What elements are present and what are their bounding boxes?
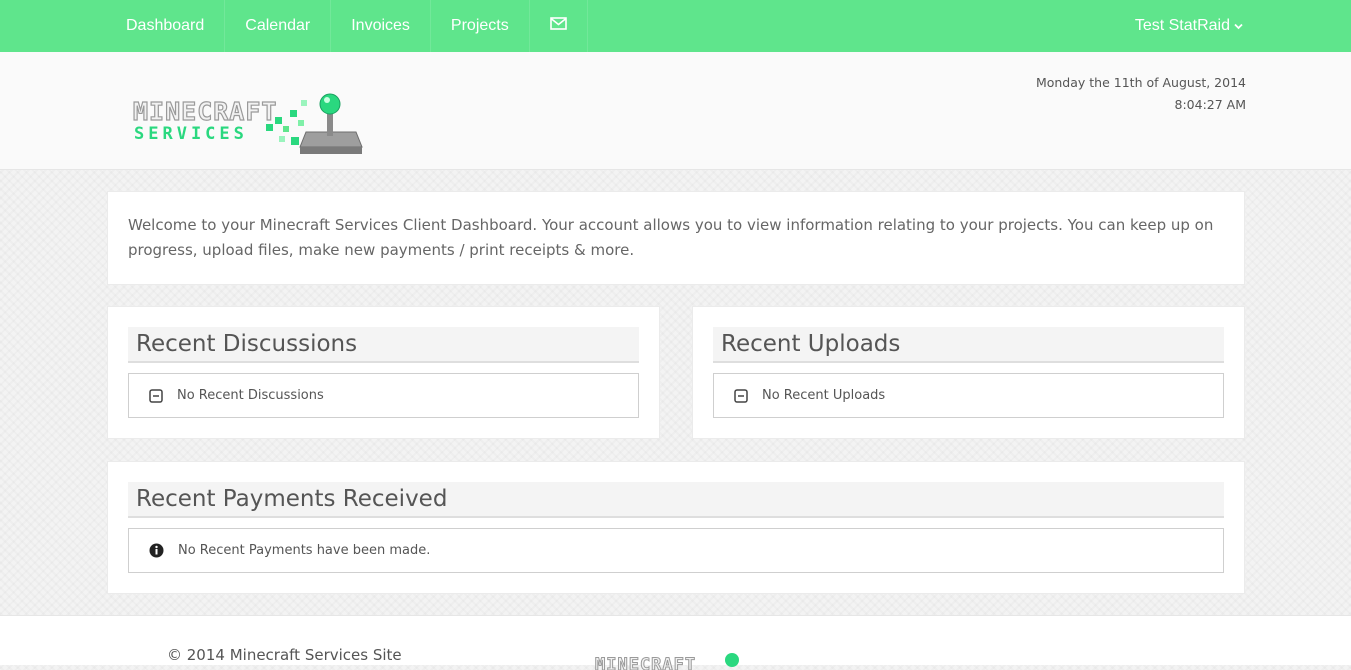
user-menu[interactable]: Test StatRaid: [1135, 0, 1243, 52]
page-header: MINECRAFT SERVICES Monday the 11th of Au…: [0, 52, 1351, 170]
welcome-panel: Welcome to your Minecraft Services Clien…: [107, 191, 1245, 285]
minecraft-services-logo[interactable]: MINECRAFT SERVICES: [130, 92, 365, 160]
recent-discussions-empty-text: No Recent Discussions: [177, 388, 324, 403]
current-date: Monday the 11th of August, 2014: [1035, 75, 1246, 90]
chevron-down-icon: [1230, 17, 1243, 35]
recent-uploads-empty-text: No Recent Uploads: [762, 388, 886, 403]
minus-square-icon: [734, 388, 748, 403]
logo-wordmark-top: MINECRAFT: [133, 97, 277, 126]
nav-projects[interactable]: Projects: [431, 0, 530, 52]
top-navbar: Dashboard Calendar Invoices Projects Tes…: [0, 0, 1351, 52]
nav-calendar[interactable]: Calendar: [225, 0, 332, 52]
recent-discussions-empty: No Recent Discussions: [128, 373, 639, 418]
footer-logo-wordmark: MINECRAFT: [595, 655, 696, 670]
recent-payments-empty-text: No Recent Payments have been made.: [178, 543, 431, 558]
nav-messages[interactable]: [530, 0, 588, 52]
nav-dashboard[interactable]: Dashboard: [106, 0, 226, 52]
recent-payments-empty: No Recent Payments have been made.: [128, 528, 1224, 573]
date-time: Monday the 11th of August, 2014 8:04:27 …: [1036, 72, 1246, 116]
recent-uploads-empty: No Recent Uploads: [713, 373, 1224, 418]
copyright-text: © 2014 Minecraft Services Site: [167, 646, 402, 664]
recent-uploads-title: Recent Uploads: [713, 327, 1224, 363]
minus-square-icon: [149, 388, 163, 403]
nav-links: Dashboard Calendar Invoices Projects: [106, 0, 588, 52]
recent-payments-title: Recent Payments Received: [128, 482, 1224, 518]
footer-logo[interactable]: MINECRAFT: [593, 650, 743, 670]
welcome-text: Welcome to your Minecraft Services Clien…: [128, 216, 1214, 259]
recent-payments-panel: Recent Payments Received No Recent Payme…: [107, 461, 1245, 594]
info-circle-icon: [149, 543, 164, 558]
user-name: Test StatRaid: [1134, 17, 1230, 34]
nav-invoices[interactable]: Invoices: [331, 0, 431, 52]
logo-wordmark-bottom: SERVICES: [134, 124, 248, 144]
recent-uploads-panel: Recent Uploads No Recent Uploads: [692, 306, 1245, 439]
recent-discussions-title: Recent Discussions: [128, 327, 639, 363]
recent-discussions-panel: Recent Discussions No Recent Discussions: [107, 306, 660, 439]
envelope-icon: [549, 17, 567, 35]
current-time: 8:04:27 AM: [1174, 97, 1247, 112]
page-footer: © 2014 Minecraft Services Site MINECRAFT: [0, 615, 1351, 670]
